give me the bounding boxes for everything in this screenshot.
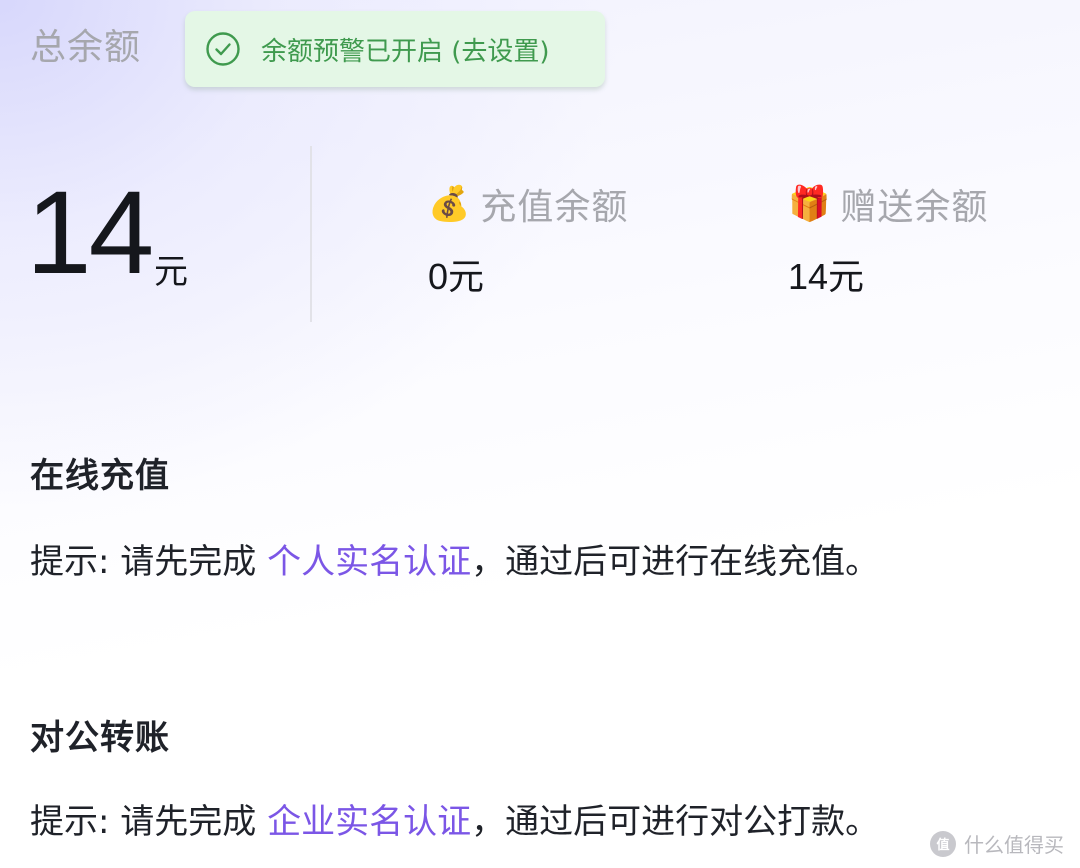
watermark-logo: 值 <box>930 830 956 857</box>
recharge-balance-header: 💰 充值余额 <box>428 178 628 230</box>
corporate-transfer-hint: 提示: 请先完成 企业实名认证，通过后可进行对公打款。 <box>30 794 879 843</box>
total-balance-value: 14 <box>26 167 154 299</box>
gift-balance-header: 🎁 赠送余额 <box>788 178 988 230</box>
total-balance-label: 总余额 <box>30 27 142 68</box>
corporate-transfer-hint-suffix: ，通过后可进行对公打款。 <box>471 802 880 842</box>
money-bag-icon: 💰 <box>428 184 471 224</box>
corporate-transfer-title: 对公转账 <box>30 718 170 758</box>
gift-icon: 🎁 <box>788 184 831 224</box>
online-recharge-hint-suffix: ，通过后可进行在线充值。 <box>471 542 880 582</box>
recharge-balance-unit: 元 <box>448 257 485 298</box>
corporate-transfer-hint-prefix: 提示: 请先完成 <box>30 802 268 842</box>
recharge-balance-value-row: 0元 <box>428 248 484 300</box>
gift-balance-label: 赠送余额 <box>840 187 989 228</box>
balance-alert-badge[interactable]: 余额预警已开启 (去设置) <box>185 11 605 87</box>
online-recharge-hint-prefix: 提示: 请先完成 <box>30 542 268 582</box>
watermark: 值 什么值得买 <box>930 829 1064 858</box>
recharge-balance-value: 0 <box>428 256 449 297</box>
recharge-balance-label: 充值余额 <box>480 187 629 228</box>
gift-balance-value: 14 <box>788 256 829 297</box>
online-recharge-title: 在线充值 <box>30 456 170 496</box>
balance-alert-text: 余额预警已开启 (去设置) <box>261 36 550 67</box>
enterprise-verification-link[interactable]: 企业实名认证 <box>267 802 471 842</box>
gift-balance-unit: 元 <box>828 257 865 298</box>
balance-divider <box>310 146 312 322</box>
online-recharge-hint: 提示: 请先完成 个人实名认证，通过后可进行在线充值。 <box>30 534 879 583</box>
watermark-text: 什么值得买 <box>964 833 1064 857</box>
total-balance-unit: 元 <box>154 252 188 292</box>
gift-balance-value-row: 14元 <box>788 248 864 300</box>
personal-verification-link[interactable]: 个人实名认证 <box>267 542 471 582</box>
check-circle-icon <box>206 32 240 66</box>
